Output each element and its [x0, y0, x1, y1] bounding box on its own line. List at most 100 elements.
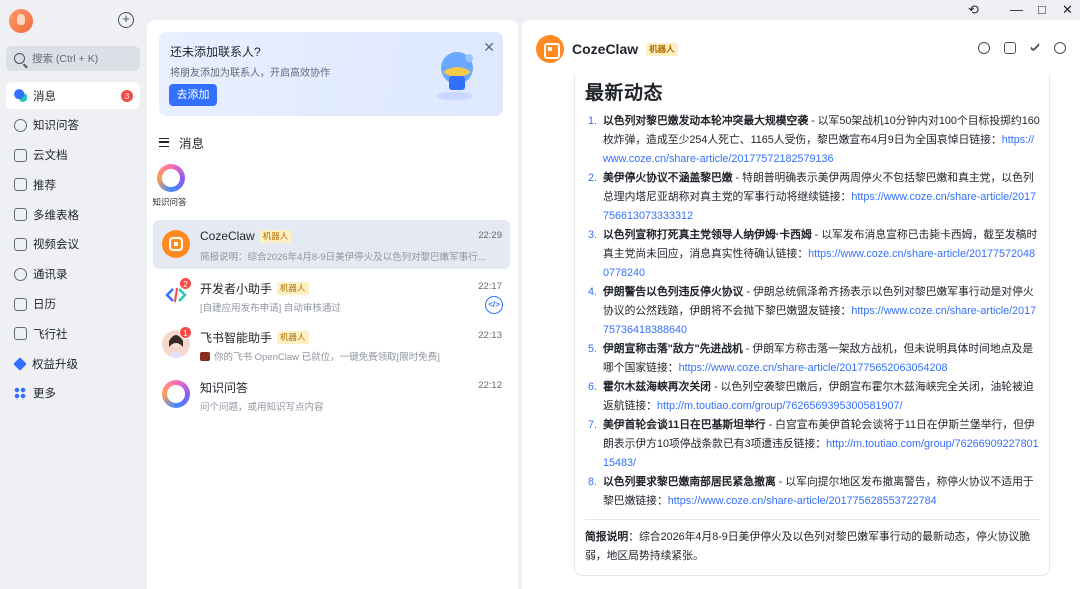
nav-item-label: 飞行社	[33, 328, 68, 341]
nav-item-video[interactable]: 视频会议	[6, 231, 140, 258]
table-icon	[14, 208, 27, 222]
news-link[interactable]: https://www.coze.cn/share-article/201775…	[668, 495, 937, 507]
knowledge-qa-icon	[157, 164, 185, 192]
conversation-preview: 问个问题，或用知识写点内容	[200, 402, 324, 413]
conversation-item-feishu-assistant[interactable]: 1 飞书智能助手 机器人 22:13 你的飞书 OpenClaw 已就位，一键免…	[153, 320, 510, 369]
conversation-name-text: 知识问答	[200, 381, 249, 395]
news-item: 3. 以色列宣称打死真主党领导人纳伊姆·卡西姆 - 以军发布消息宣称已击毙卡西姆，…	[585, 226, 1040, 283]
share-screen-icon[interactable]	[1004, 42, 1016, 54]
news-link[interactable]: http://m.toutiao.com/group/7626569395300…	[657, 400, 903, 412]
news-title: 以色列要求黎巴嫩南部居民紧急撤离	[603, 476, 776, 488]
cozeclaw-logo-icon	[536, 35, 564, 63]
chat-list-panel: 还未添加联系人? 将朋友添加为联系人，开启高效协作 去添加 ✕ 消息 知识问答 …	[147, 20, 518, 589]
news-number: 8.	[588, 476, 598, 488]
search-icon	[14, 53, 25, 64]
nav-item-bitable[interactable]: 多维表格	[6, 201, 140, 228]
news-title: 美伊首轮会谈11日在巴基斯坦举行	[603, 419, 766, 431]
bot-tag: 机器人	[277, 331, 309, 344]
news-item: 4. 伊朗警告以色列违反停火协议 - 伊朗总统佩泽希齐扬表示以色列对黎巴嫩军事行动…	[585, 283, 1040, 340]
done-check-icon[interactable]	[1029, 41, 1041, 52]
menu-icon[interactable]	[159, 138, 169, 147]
nav-item-label: 消息	[33, 90, 56, 103]
news-list: 1. 以色列对黎巴嫩发动本轮冲突最大规模空袭 - 以军50架战机10分钟内对100…	[585, 112, 1040, 511]
brief-summary: 简报说明：综合2026年4月8-9日美伊停火及以色列对黎巴嫩军事行动的最新动态，…	[585, 528, 1040, 566]
add-contacts-button[interactable]: 去添加	[169, 84, 217, 106]
news-item: 1. 以色列对黎巴嫩发动本轮冲突最大规模空袭 - 以军50架战机10分钟内对100…	[585, 112, 1040, 169]
nav-item-more[interactable]: 更多	[6, 380, 140, 407]
news-title: 以色列对黎巴嫩发动本轮冲突最大规模空袭	[603, 115, 809, 127]
nav-item-label: 推荐	[33, 179, 56, 192]
calendar-icon	[14, 297, 27, 311]
recommend-icon	[14, 178, 27, 192]
banner-subtitle: 将朋友添加为联系人，开启高效协作	[170, 68, 330, 79]
news-number: 7.	[588, 419, 598, 431]
settings-gear-icon[interactable]	[1054, 42, 1066, 54]
conversation-preview: 简报说明：综合2026年4月8-9日美伊停火及以色列对黎巴嫩军事行...	[200, 252, 486, 263]
chat-title-text: CozeClaw	[572, 41, 639, 57]
nav-item-feixingshe[interactable]: 飞行社	[6, 320, 140, 347]
conversation-item-knowledge-qa[interactable]: 知识问答 22:12 问个问题，或用知识写点内容	[153, 370, 510, 419]
message-content: 最新动态 1. 以色列对黎巴嫩发动本轮冲突最大规模空袭 - 以军50架战机10分钟…	[585, 78, 1040, 566]
conversation-name: 飞书智能助手 机器人	[200, 329, 309, 346]
news-item: 8. 以色列要求黎巴嫩南部居民紧急撤离 - 以军向提尔地区发布撤离警告，称停火协议…	[585, 473, 1040, 511]
nav-item-messages[interactable]: 消息 3	[6, 82, 140, 109]
news-item: 7. 美伊首轮会谈11日在巴基斯坦举行 - 白宫宣布美伊首轮会谈将于11日在伊斯兰…	[585, 416, 1040, 473]
nav-item-label: 日历	[33, 299, 56, 312]
video-icon	[14, 237, 27, 251]
news-number: 3.	[588, 229, 598, 241]
conversation-item-dev-assistant[interactable]: 2 开发者小助手 机器人 22:17 [自建应用发布申请] 自动审核通过 </>	[153, 271, 510, 320]
nav-item-label: 知识问答	[33, 120, 79, 133]
minimize-icon[interactable]: —	[1010, 2, 1023, 17]
nav-item-label: 通讯录	[33, 269, 68, 282]
conversation-name-text: 飞书智能助手	[200, 331, 273, 345]
left-nav: + 搜索 (Ctrl + K) 消息 3 知识问答 云文档 推荐 多维表格 视频…	[0, 0, 147, 589]
pinned-knowledge-qa[interactable]: 知识问答	[152, 164, 188, 208]
knowledge-qa-icon	[162, 380, 190, 408]
nav-item-upgrade[interactable]: 权益升级	[6, 350, 140, 377]
news-title: 伊朗宣称击落"敌方"先进战机	[603, 343, 743, 355]
user-avatar[interactable]	[9, 9, 33, 33]
section-title: 消息	[179, 137, 205, 151]
chat-header: CozeClaw 机器人	[522, 20, 1080, 76]
cube-icon	[169, 237, 183, 251]
dev-status-icon: </>	[485, 296, 503, 314]
search-chat-icon[interactable]	[978, 42, 990, 54]
bot-tag: 机器人	[646, 42, 678, 56]
contacts-illustration-icon	[437, 52, 473, 100]
conversation-time: 22:17	[478, 281, 502, 292]
nav-item-label: 更多	[33, 388, 56, 401]
bot-tag: 机器人	[259, 229, 292, 243]
news-number: 4.	[588, 286, 598, 298]
latest-news-heading: 最新动态	[585, 83, 664, 104]
close-icon[interactable]: ✕	[483, 39, 495, 56]
history-icon[interactable]: ⟲	[968, 2, 979, 18]
news-number: 1.	[588, 115, 598, 127]
chat-title: CozeClaw 机器人	[572, 41, 678, 57]
message-icon	[14, 89, 27, 102]
brief-label: 简报说明	[585, 531, 629, 543]
nav-item-calendar[interactable]: 日历	[6, 291, 140, 318]
nav-item-label: 云文档	[33, 150, 68, 163]
conversation-time: 22:29	[478, 230, 502, 241]
nav-item-contacts[interactable]: 通讯录	[6, 261, 140, 288]
nav-item-label: 权益升级	[32, 358, 78, 371]
knowledge-icon	[14, 118, 27, 132]
news-number: 6.	[588, 381, 598, 393]
search-box[interactable]: 搜索 (Ctrl + K)	[6, 46, 140, 71]
nav-item-docs[interactable]: 云文档	[6, 142, 140, 169]
brief-text: ：综合2026年4月8-9日美伊停火及以色列对黎巴嫩军事行动的最新动态，停火协议…	[585, 531, 1031, 562]
maximize-icon[interactable]: □	[1038, 2, 1046, 17]
close-window-icon[interactable]: ✕	[1062, 2, 1073, 18]
nav-item-recommend[interactable]: 推荐	[6, 171, 140, 198]
create-plus-icon[interactable]: +	[118, 12, 134, 28]
nav-list: 消息 3 知识问答 云文档 推荐 多维表格 视频会议 通讯录 日历 飞行社 权益…	[6, 82, 140, 410]
doc-icon	[14, 148, 27, 162]
conversation-name: 开发者小助手 机器人	[200, 280, 309, 297]
conversation-item-cozeclaw[interactable]: CozeClaw 机器人 22:29 简报说明：综合2026年4月8-9日美伊停…	[153, 220, 510, 269]
nav-item-knowledge[interactable]: 知识问答	[6, 112, 140, 139]
news-link[interactable]: https://www.coze.cn/share-article/201775…	[679, 362, 948, 374]
contacts-icon	[14, 267, 27, 281]
bot-tag: 机器人	[277, 282, 309, 295]
upgrade-icon	[13, 356, 27, 371]
nav-item-label: 多维表格	[33, 209, 79, 222]
